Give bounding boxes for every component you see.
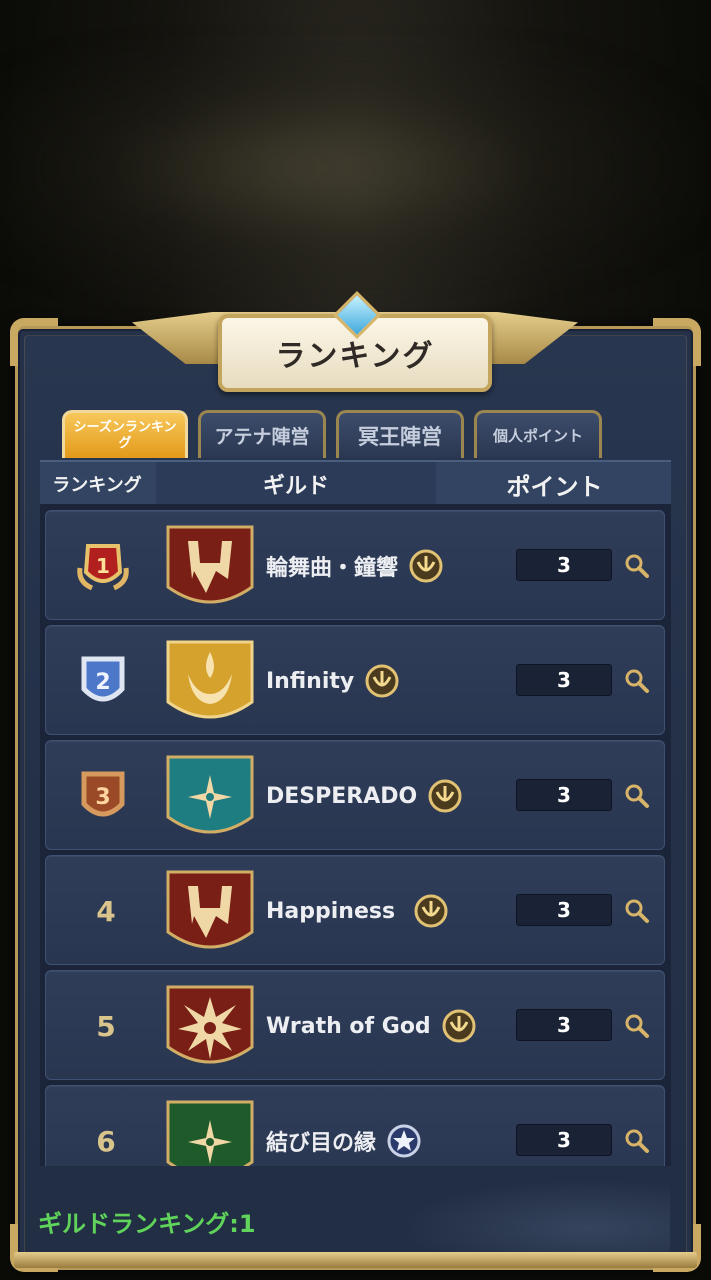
panel-bottom-trim <box>14 1252 697 1268</box>
search-icon[interactable] <box>624 1128 650 1154</box>
points-value: 3 <box>516 779 612 811</box>
points-value: 3 <box>516 549 612 581</box>
guild-name: Infinity <box>266 626 400 736</box>
red-burst-emblem <box>166 985 254 1064</box>
guild-name: 結び目の縁 <box>266 1086 422 1166</box>
guild-name-text: 結び目の縁 <box>266 1131 377 1156</box>
gold-crest-icon <box>365 664 399 698</box>
rank-number: 2 <box>95 670 110 695</box>
silver-star-icon <box>387 1124 421 1158</box>
tab-hades-camp[interactable]: 冥王陣営 <box>336 410 464 458</box>
table-header: ランキング ギルド ポイント <box>40 460 671 506</box>
rank-number: 5 <box>96 1009 116 1043</box>
frame-corner-top-right <box>653 318 701 366</box>
search-icon[interactable] <box>624 898 650 924</box>
rank-number: 6 <box>96 1124 116 1158</box>
guild-name-text: Happiness <box>266 898 396 924</box>
rank-number: 1 <box>96 554 110 578</box>
guild-name-text: Infinity <box>266 668 355 694</box>
table-row[interactable]: 6 結び目の縁 3 <box>45 1085 665 1166</box>
gold-crest-icon <box>428 779 462 813</box>
rank-3-badge-icon: 3 <box>81 771 125 817</box>
frame-corner-top-left <box>10 318 58 366</box>
header-rank: ランキング <box>52 475 142 496</box>
gold-crest-icon <box>409 549 443 583</box>
rank-1-badge-icon: 1 <box>77 544 129 591</box>
gold-flame-emblem <box>166 640 254 719</box>
guild-name: Happiness <box>266 856 449 966</box>
search-icon[interactable] <box>624 668 650 694</box>
points-value: 3 <box>516 1124 612 1156</box>
tab-athena-camp[interactable]: アテナ陣営 <box>198 410 326 458</box>
green-star-emblem <box>166 1100 254 1166</box>
ranking-list[interactable]: 1 輪舞曲・鐘響 3 2 Infinity 3 3 DESPERADO 3 4 … <box>40 504 671 1166</box>
rank-number: 3 <box>95 785 110 810</box>
header-guild: ギルド <box>156 462 436 506</box>
table-row[interactable]: 1 輪舞曲・鐘響 3 <box>45 510 665 620</box>
search-icon[interactable] <box>624 783 650 809</box>
blurred-background <box>0 60 711 300</box>
search-icon[interactable] <box>624 1013 650 1039</box>
gold-crest-icon <box>442 1009 476 1043</box>
guild-name-text: DESPERADO <box>266 783 418 809</box>
red-throne-emblem <box>166 525 254 604</box>
points-value: 3 <box>516 664 612 696</box>
rank-2-badge-icon: 2 <box>81 656 125 702</box>
guild-name: Wrath of God <box>266 971 477 1081</box>
table-row[interactable]: 4 Happiness 3 <box>45 855 665 965</box>
red-throne-emblem <box>166 870 254 949</box>
guild-name-text: 輪舞曲・鐘響 <box>266 556 399 581</box>
rank-number: 4 <box>96 894 116 928</box>
gold-crest-icon <box>414 894 448 928</box>
table-row[interactable]: 2 Infinity 3 <box>45 625 665 735</box>
tab-season-ranking[interactable]: シーズンランキング <box>62 410 188 458</box>
guild-name: 輪舞曲・鐘響 <box>266 511 444 621</box>
search-icon[interactable] <box>624 553 650 579</box>
footer-decoration <box>400 1180 670 1260</box>
teal-star-emblem <box>166 755 254 834</box>
table-row[interactable]: 3 DESPERADO 3 <box>45 740 665 850</box>
points-value: 3 <box>516 1009 612 1041</box>
header-points: ポイント <box>506 472 603 501</box>
guild-name-text: Wrath of God <box>266 1013 431 1039</box>
tab-personal-points[interactable]: 個人ポイント <box>474 410 602 458</box>
table-row[interactable]: 5 Wrath of God 3 <box>45 970 665 1080</box>
guild-name: DESPERADO <box>266 741 463 851</box>
guild-ranking-footer: ギルドランキング:1 <box>38 1209 256 1238</box>
points-value: 3 <box>516 894 612 926</box>
